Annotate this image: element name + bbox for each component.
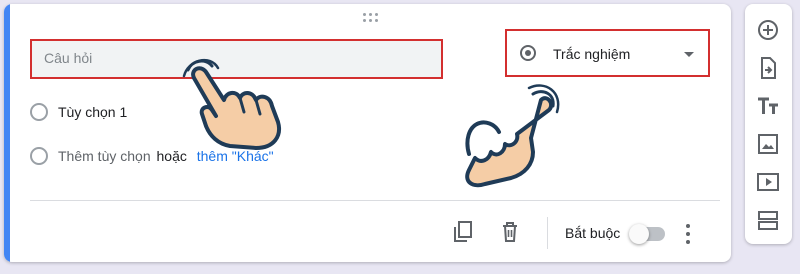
drag-handle-icon[interactable] (363, 13, 379, 23)
option-radio-icon (30, 103, 48, 121)
question-card[interactable]: Câu hỏi Trắc nghiệm Tùy chọn 1 Thêm tùy … (4, 4, 731, 262)
duplicate-icon[interactable] (451, 220, 475, 244)
import-questions-icon[interactable] (756, 56, 780, 80)
footer-separator (547, 217, 548, 249)
active-card-accent (4, 4, 10, 262)
add-option-link[interactable]: Thêm tùy chọn (58, 148, 151, 164)
option-label[interactable]: Tùy chọn 1 (58, 104, 127, 120)
required-toggle[interactable] (629, 224, 665, 244)
add-title-icon[interactable] (756, 94, 780, 118)
toggle-thumb (629, 224, 649, 244)
add-section-icon[interactable] (756, 208, 780, 232)
question-placeholder: Câu hỏi (44, 50, 93, 66)
pointing-hand-icon (182, 58, 281, 150)
card-divider (30, 200, 720, 201)
question-type-dropdown[interactable]: Trắc nghiệm (505, 29, 710, 77)
question-type-label: Trắc nghiệm (553, 46, 631, 62)
radio-button-icon (520, 45, 536, 61)
option-radio-icon (30, 147, 48, 165)
chevron-down-icon (684, 52, 694, 57)
required-label: Bắt buộc (565, 225, 621, 241)
side-toolbar (745, 4, 792, 244)
more-vert-icon[interactable] (685, 224, 691, 244)
add-video-icon[interactable] (756, 170, 780, 194)
pointing-hand-icon (465, 84, 560, 188)
add-image-icon[interactable] (756, 132, 780, 156)
add-question-icon[interactable] (756, 18, 780, 42)
delete-icon[interactable] (498, 220, 522, 244)
